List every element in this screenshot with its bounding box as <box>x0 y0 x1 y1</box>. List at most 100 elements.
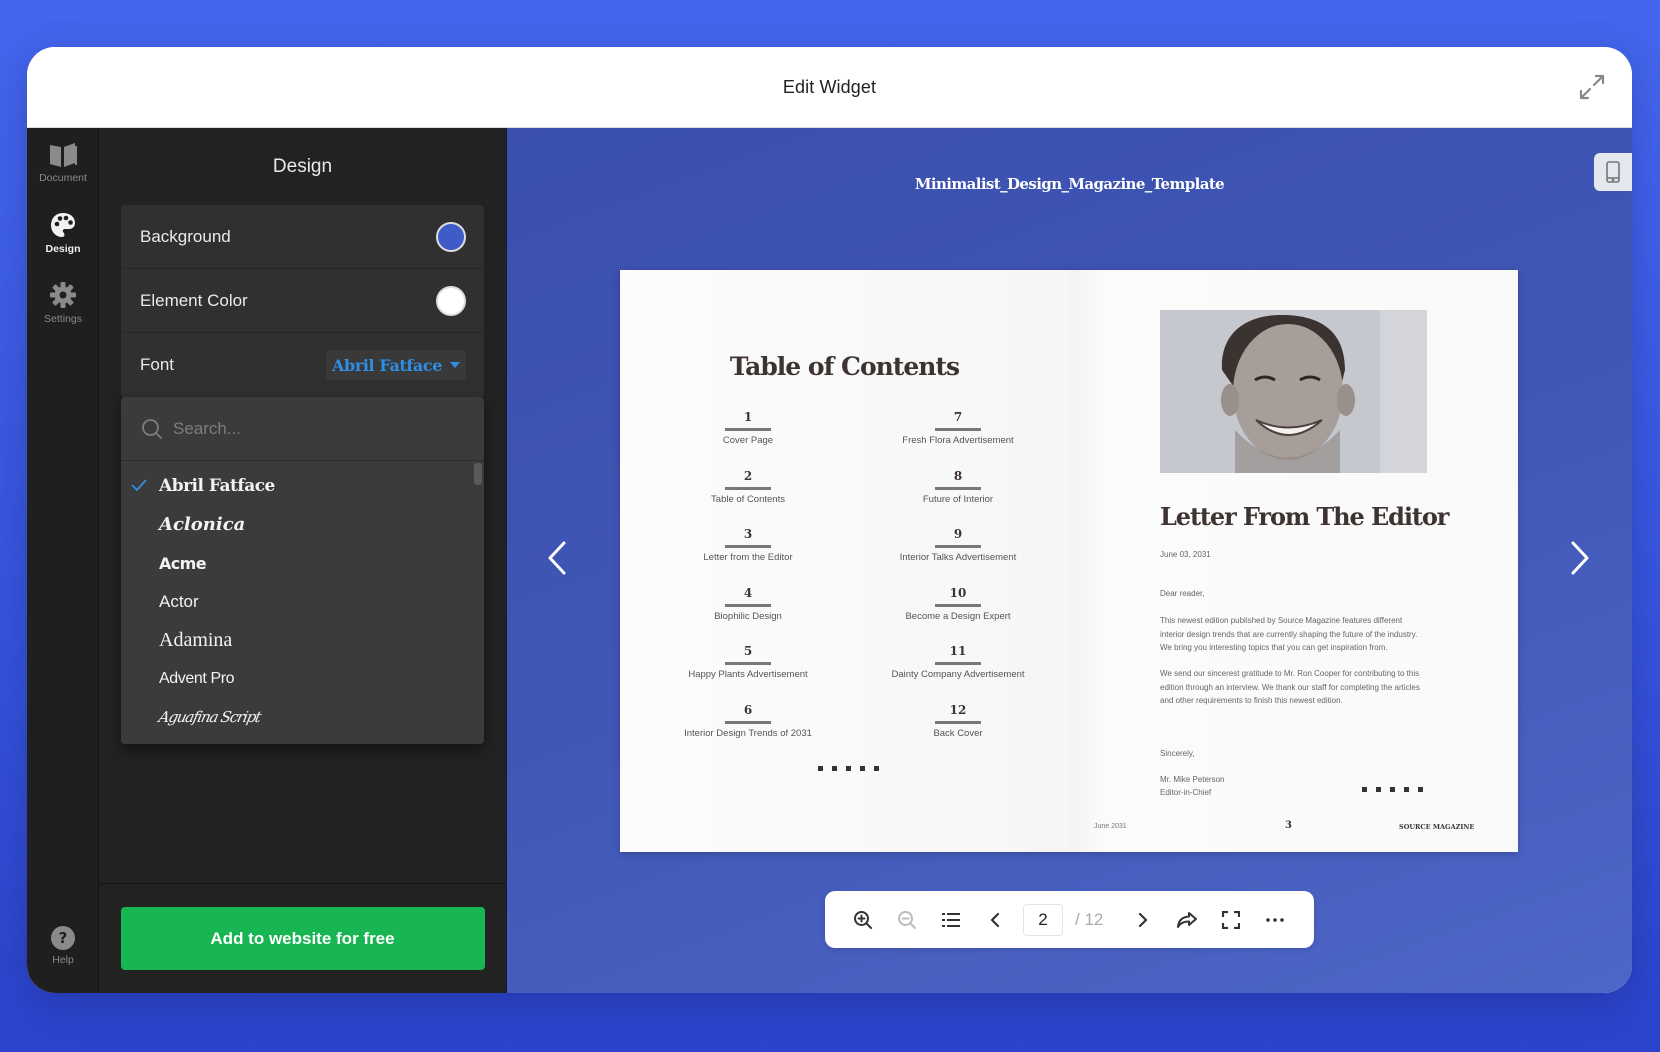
zoom-out-button[interactable] <box>885 898 929 942</box>
expand-button[interactable] <box>1574 69 1610 105</box>
letter-paragraph-2: We send our sincerest gratitude to Mr. R… <box>1160 669 1420 705</box>
toc-entry: 7 Fresh Flora Advertisement <box>873 410 1043 469</box>
toc-label: Interior Design Trends of 2031 <box>684 727 812 739</box>
edit-widget-window: Edit Widget Document Design Settings ? H… <box>27 47 1632 993</box>
toc-divider <box>935 428 981 431</box>
more-options-button[interactable] <box>1253 898 1297 942</box>
magazine-spread[interactable]: Table of Contents 1 Cover Page 2 Table of … <box>620 270 1518 852</box>
toc-entry: 3 Letter from the Editor <box>663 527 833 586</box>
toc-number: 2 <box>743 468 753 483</box>
toc-heading: Table of Contents <box>729 352 960 381</box>
toc-entry: 8 Future of Interior <box>873 469 1043 528</box>
element-color-row: Element Color <box>121 269 484 333</box>
toc-label: Letter from the Editor <box>703 552 793 563</box>
letter-salutation: Dear reader, <box>1160 589 1205 598</box>
window-title: Edit Widget <box>782 76 877 97</box>
toc-label: Become a Design Expert <box>905 610 1011 622</box>
fullscreen-icon <box>1222 910 1241 929</box>
editor-photo <box>1160 310 1427 473</box>
font-select-value: Abril Fatface <box>332 355 442 375</box>
device-toggle-button[interactable] <box>1594 153 1632 191</box>
window-header: Edit Widget <box>27 47 1632 128</box>
background-color-swatch[interactable] <box>436 221 466 252</box>
element-color-label: Element Color <box>140 290 248 310</box>
rail-item-label: Document <box>39 172 87 184</box>
toc-column-2: 7 Fresh Flora Advertisement 8 Future of In… <box>873 410 1043 761</box>
chevron-left-icon <box>548 541 566 575</box>
toc-label: Dainty Company Advertisement <box>891 669 1025 680</box>
background-row: Background <box>121 205 484 269</box>
toc-entry: 2 Table of Contents <box>663 469 833 528</box>
toc-divider <box>935 545 981 548</box>
font-select[interactable]: Abril Fatface <box>326 350 466 380</box>
fullscreen-button[interactable] <box>1209 898 1253 942</box>
toc-divider <box>725 545 771 548</box>
rail-item-document[interactable]: Document <box>27 128 99 198</box>
share-arrow-icon <box>1177 911 1198 928</box>
toc-divider <box>725 603 771 607</box>
footer-date: June 2031 <box>1094 823 1127 830</box>
list-icon <box>942 912 960 927</box>
toc-label: Cover Page <box>722 435 774 446</box>
font-option-advent-pro[interactable]: Advent Pro <box>121 660 484 699</box>
font-option-abril-fatface[interactable]: Abril Fatface <box>121 467 484 506</box>
font-option-label: Aguafina Script <box>157 708 262 727</box>
icon-rail: Document Design Settings ? Help <box>27 128 99 993</box>
letter-closing: Sincerely, <box>1160 749 1195 758</box>
add-to-website-button[interactable]: Add to website for free <box>120 907 485 970</box>
letter-paragraph-1: This newest edition published by Source … <box>1160 616 1418 652</box>
font-list-scrollbar[interactable] <box>474 463 482 485</box>
rail-item-help[interactable]: ? Help <box>27 911 99 981</box>
toc-divider <box>935 662 981 665</box>
panel-title: Design <box>272 155 333 177</box>
font-option-adamina[interactable]: Adamina <box>121 621 484 660</box>
panel-footer: Add to website for free <box>99 883 506 993</box>
element-color-swatch[interactable] <box>436 285 466 316</box>
toc-divider <box>725 720 771 724</box>
toc-number: 5 <box>743 644 753 658</box>
font-search-input[interactable] <box>173 418 453 439</box>
font-option-label: Actor <box>159 591 199 611</box>
chevron-right-icon <box>1571 541 1589 575</box>
toc-number: 11 <box>949 644 967 658</box>
font-label: Font <box>140 355 175 374</box>
toc-label: Table of Contents <box>711 493 785 505</box>
editor-portrait-image <box>1160 310 1427 473</box>
font-option-label: Aclonica <box>159 514 246 536</box>
rail-item-settings[interactable]: Settings <box>27 268 99 338</box>
checkmark-icon <box>131 479 147 492</box>
footer-publication: SOURCE MAGAZINE <box>1399 823 1475 831</box>
toc-number: 8 <box>953 468 963 483</box>
share-button[interactable] <box>1165 898 1209 942</box>
toc-label: Biophilic Design <box>714 610 782 622</box>
font-option-actor[interactable]: Actor <box>121 583 484 622</box>
document-title: Minimalist_Design_Magazine_Template <box>914 175 1225 193</box>
font-option-label: Advent Pro <box>159 669 235 687</box>
zoom-in-icon <box>854 910 872 929</box>
design-settings: Background Element Color Font Abril Fatf… <box>121 205 484 744</box>
search-icon <box>142 418 162 439</box>
more-dots-icon <box>1266 917 1285 922</box>
previous-page-arrow[interactable] <box>537 538 577 578</box>
font-option-aclonica[interactable]: Aclonica <box>121 506 484 545</box>
expand-arrows-icon <box>1579 74 1605 100</box>
next-page-arrow[interactable] <box>1560 538 1600 578</box>
toc-divider <box>935 603 981 607</box>
toc-label: Happy Plants Advertisement <box>688 669 808 680</box>
zoom-in-button[interactable] <box>841 898 885 942</box>
toolbar-next-button[interactable] <box>1121 898 1165 942</box>
toc-entry: 5 Happy Plants Advertisement <box>663 644 833 703</box>
toc-number: 1 <box>743 410 753 424</box>
flipbook-preview: Minimalist_Design_Magazine_Template Tabl… <box>507 128 1632 993</box>
caret-down-icon <box>450 362 460 368</box>
rail-item-design[interactable]: Design <box>27 198 99 268</box>
toolbar-previous-button[interactable] <box>973 898 1017 942</box>
svg-text:?: ? <box>59 929 68 947</box>
total-pages: / 12 <box>1075 909 1104 929</box>
font-option-acme[interactable]: Acme <box>121 544 484 583</box>
toc-number: 9 <box>953 527 963 541</box>
current-page-input[interactable] <box>1023 903 1063 936</box>
table-of-contents-button[interactable] <box>929 898 973 942</box>
font-option-aguafina-script[interactable]: Aguafina Script <box>121 698 484 737</box>
toc-number: 12 <box>949 702 967 717</box>
